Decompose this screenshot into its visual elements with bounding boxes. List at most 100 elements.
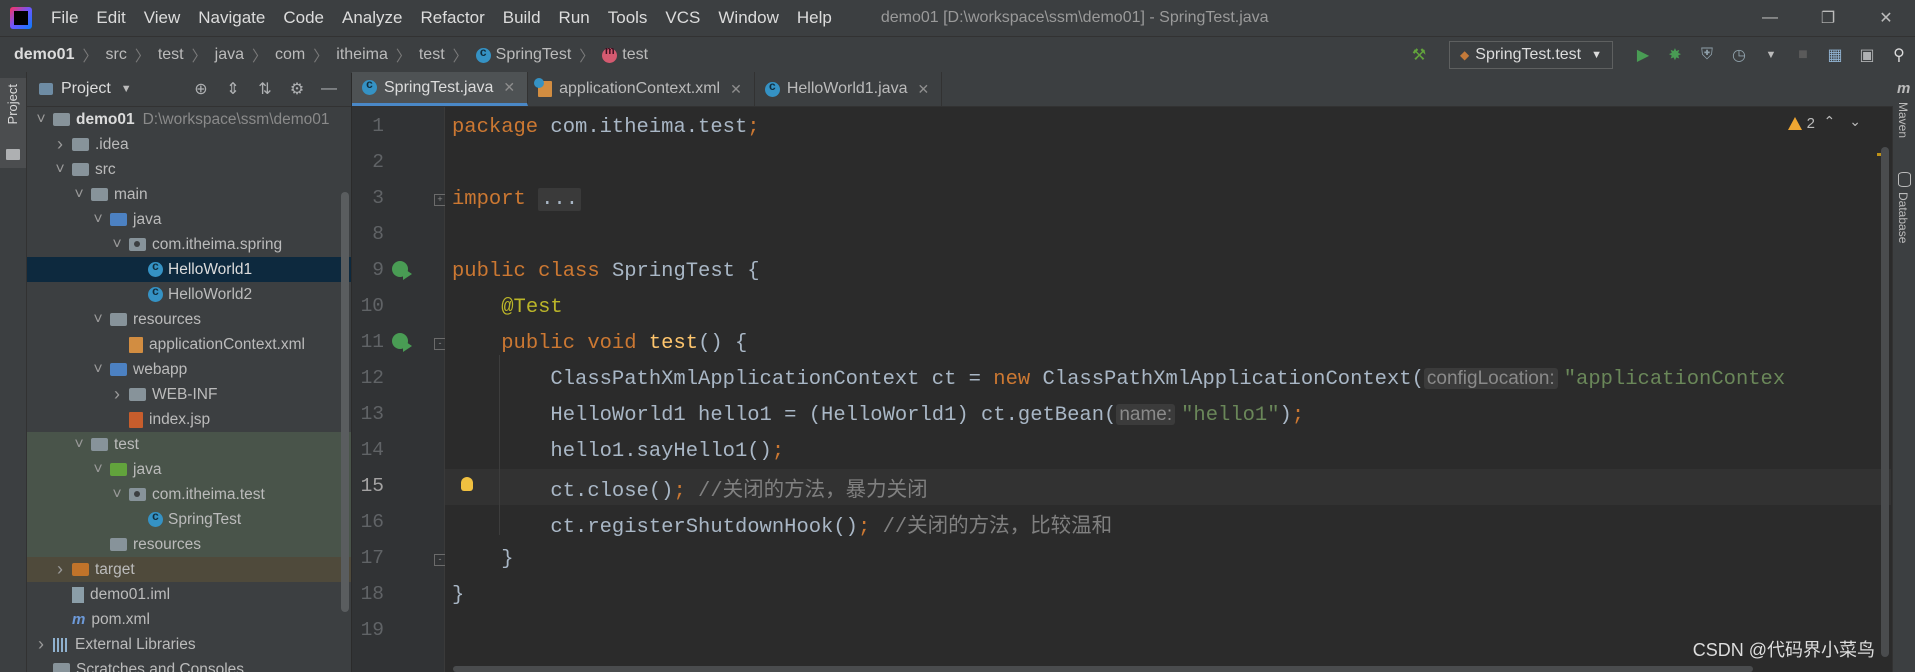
restore-icon[interactable]: ❐ — [1799, 0, 1857, 36]
run-test-icon[interactable] — [392, 331, 414, 353]
tree-item[interactable]: index.jsp — [27, 407, 351, 432]
minimize-icon[interactable]: — — [1741, 0, 1799, 36]
menu-help[interactable]: Help — [788, 8, 841, 28]
menu-code[interactable]: Code — [274, 8, 333, 28]
tree-item[interactable]: ˅ com.itheima.spring — [27, 232, 351, 257]
close-icon[interactable]: ✕ — [917, 81, 929, 98]
breadcrumb-item[interactable]: test — [415, 46, 449, 64]
tree-item[interactable]: ˅ com.itheima.test — [27, 482, 351, 507]
folded-imports[interactable]: ... — [538, 187, 582, 211]
tree-item[interactable]: ˅ java — [27, 207, 351, 232]
menu-build[interactable]: Build — [494, 8, 550, 28]
editor-tab[interactable]: HelloWorld1.java ✕ — [755, 72, 943, 106]
chevron-right-icon[interactable]: › — [52, 134, 68, 155]
menu-refactor[interactable]: Refactor — [411, 8, 493, 28]
chevron-down-icon[interactable]: ˅ — [33, 111, 49, 129]
tree-item[interactable]: ˅ main — [27, 182, 351, 207]
chevron-down-icon[interactable]: ˅ — [109, 236, 125, 254]
chevron-down-icon[interactable]: ˅ — [90, 211, 106, 229]
menu-window[interactable]: Window — [709, 8, 787, 28]
tree-item[interactable]: demo01.iml — [27, 582, 351, 607]
breadcrumb-item[interactable]: com — [271, 46, 309, 64]
chevron-down-icon[interactable]: ˅ — [90, 361, 106, 379]
collapse-all-icon[interactable]: ⇅ — [255, 79, 275, 99]
menu-file[interactable]: File — [42, 8, 87, 28]
search-icon[interactable]: ⚲ — [1886, 42, 1912, 68]
menu-view[interactable]: View — [135, 8, 190, 28]
run-test-icon[interactable] — [392, 259, 414, 281]
breadcrumb-item[interactable]: src — [101, 46, 130, 64]
chevron-down-icon[interactable]: ▼ — [121, 83, 132, 95]
tree-item[interactable]: › .idea — [27, 132, 351, 157]
editor-tab[interactable]: applicationContext.xml ✕ — [528, 72, 755, 106]
debug-icon[interactable]: ✸ — [1662, 42, 1688, 68]
tree-item[interactable]: › target — [27, 557, 351, 582]
database-tool-tab[interactable]: Database — [1896, 192, 1910, 243]
locate-icon[interactable]: ⊕ — [191, 79, 211, 99]
breadcrumb-item[interactable]: java — [211, 46, 248, 64]
coverage-icon[interactable]: ⛨ — [1694, 42, 1720, 68]
close-icon[interactable]: ✕ — [1857, 0, 1915, 36]
next-highlight-icon[interactable]: ⌄ — [1849, 113, 1861, 130]
tree-item[interactable]: SpringTest — [27, 507, 351, 532]
project-tool-tab[interactable]: Project — [0, 78, 26, 168]
tree-item[interactable]: ˅ test — [27, 432, 351, 457]
project-panel-title[interactable]: Project — [61, 80, 111, 98]
tree-item[interactable]: HelloWorld1 — [27, 257, 351, 282]
maven-icon[interactable]: m — [1897, 80, 1910, 97]
menu-analyze[interactable]: Analyze — [333, 8, 411, 28]
tree-item[interactable]: HelloWorld2 — [27, 282, 351, 307]
chevron-down-icon[interactable]: ˅ — [71, 436, 87, 454]
breadcrumb-item[interactable]: test — [154, 46, 188, 64]
lightbulb-icon[interactable] — [461, 477, 473, 491]
project-structure-icon[interactable]: ▦ — [1822, 42, 1848, 68]
tree-item[interactable]: ˅ demo01 D:\workspace\ssm\demo01 — [27, 107, 351, 132]
chevron-down-icon[interactable]: ˅ — [52, 161, 68, 179]
breadcrumb-item[interactable]: test — [598, 45, 652, 64]
breadcrumb-item[interactable]: SpringTest — [472, 45, 576, 64]
hide-icon[interactable]: — — [319, 79, 339, 99]
menu-vcs[interactable]: VCS — [656, 8, 709, 28]
tree-item[interactable]: resources — [27, 532, 351, 557]
tree-item[interactable]: ˅ src — [27, 157, 351, 182]
tree-item[interactable]: ˅ webapp — [27, 357, 351, 382]
maven-tool-tab[interactable]: Maven — [1896, 102, 1910, 138]
menu-tools[interactable]: Tools — [599, 8, 657, 28]
gear-icon[interactable]: ⚙ — [287, 79, 307, 99]
chevron-down-icon[interactable]: ˅ — [90, 461, 106, 479]
tree-item[interactable]: applicationContext.xml — [27, 332, 351, 357]
profile-icon[interactable]: ◷ — [1726, 42, 1752, 68]
menu-run[interactable]: Run — [550, 8, 599, 28]
editor-tab[interactable]: SpringTest.java ✕ — [352, 72, 529, 106]
close-icon[interactable]: ✕ — [730, 81, 742, 98]
layout-icon[interactable]: ▣ — [1854, 42, 1880, 68]
expand-all-icon[interactable]: ⇕ — [223, 79, 243, 99]
editor-vertical-scrollbar[interactable] — [1881, 147, 1889, 657]
warnings-indicator[interactable]: 2 — [1787, 115, 1815, 132]
chevron-right-icon[interactable]: › — [52, 559, 68, 580]
menu-edit[interactable]: Edit — [87, 8, 134, 28]
chevron-down-icon[interactable]: ˅ — [71, 186, 87, 204]
tree-item[interactable]: ˅ resources — [27, 307, 351, 332]
tree-item[interactable]: ˅ java — [27, 457, 351, 482]
hammer-icon[interactable]: ⚒ — [1406, 42, 1432, 68]
stop-icon[interactable]: ■ — [1790, 42, 1816, 68]
more-run-icon[interactable]: ▼ — [1758, 42, 1784, 68]
chevron-right-icon[interactable]: › — [33, 634, 49, 655]
chevron-down-icon[interactable]: ˅ — [90, 311, 106, 329]
tree-item[interactable]: m pom.xml — [27, 607, 351, 632]
run-configuration-select[interactable]: ◆ SpringTest.test ▼ — [1449, 41, 1613, 69]
chevron-down-icon[interactable]: ˅ — [109, 486, 125, 504]
database-icon[interactable] — [1898, 172, 1911, 187]
close-icon[interactable]: ✕ — [503, 79, 515, 96]
tree-item[interactable]: › WEB-INF — [27, 382, 351, 407]
breadcrumb-item[interactable]: itheima — [332, 46, 392, 64]
run-icon[interactable]: ▶ — [1630, 42, 1656, 68]
project-scrollbar[interactable] — [341, 192, 349, 612]
tree-item[interactable]: › External Libraries — [27, 632, 351, 657]
editor-horizontal-scrollbar[interactable] — [453, 666, 1753, 672]
breadcrumb-item[interactable]: demo01 — [0, 46, 78, 64]
code-editor[interactable]: } } ct.registerShutdownHook(); //关闭的方法，比… — [445, 107, 1891, 672]
menu-navigate[interactable]: Navigate — [189, 8, 274, 28]
chevron-right-icon[interactable]: › — [109, 384, 125, 405]
